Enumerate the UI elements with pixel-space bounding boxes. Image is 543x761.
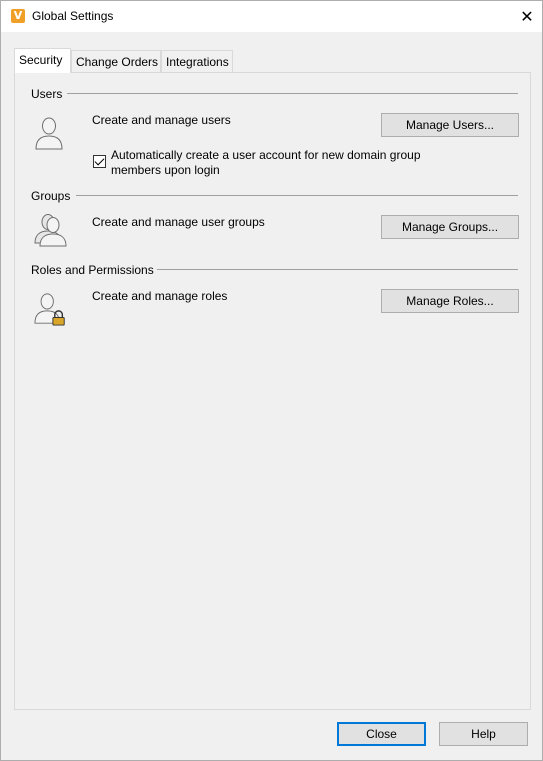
groups-divider [76, 195, 518, 196]
manage-groups-button[interactable]: Manage Groups... [381, 215, 519, 239]
title-bar[interactable]: V Global Settings ✕ [1, 1, 542, 32]
vault-app-icon: V [11, 9, 25, 23]
users-heading: Users [31, 87, 63, 101]
security-panel: Users Create and manage users Manage Use… [14, 72, 531, 710]
roles-divider [157, 269, 518, 270]
global-settings-dialog: V Global Settings ✕ Security Change Orde… [0, 0, 543, 761]
tab-integrations[interactable]: Integrations [161, 50, 233, 72]
users-description: Create and manage users [92, 113, 231, 127]
users-divider [67, 93, 518, 94]
window-title: Global Settings [32, 9, 114, 23]
group-icon [34, 214, 67, 247]
groups-description: Create and manage user groups [92, 215, 265, 229]
tab-security[interactable]: Security [14, 48, 71, 73]
user-lock-icon [34, 293, 65, 326]
auto-create-users-label: Automatically create a user account for … [111, 148, 421, 177]
roles-heading: Roles and Permissions [31, 263, 154, 277]
manage-users-button[interactable]: Manage Users... [381, 113, 519, 137]
roles-description: Create and manage roles [92, 289, 228, 303]
help-button[interactable]: Help [439, 722, 528, 746]
manage-roles-button[interactable]: Manage Roles... [381, 289, 519, 313]
tab-change-orders[interactable]: Change Orders [71, 50, 161, 72]
close-window-icon[interactable]: ✕ [512, 1, 542, 32]
user-icon [35, 117, 63, 150]
auto-create-users-checkbox[interactable] [93, 155, 106, 168]
close-button[interactable]: Close [337, 722, 426, 746]
groups-heading: Groups [31, 189, 71, 203]
